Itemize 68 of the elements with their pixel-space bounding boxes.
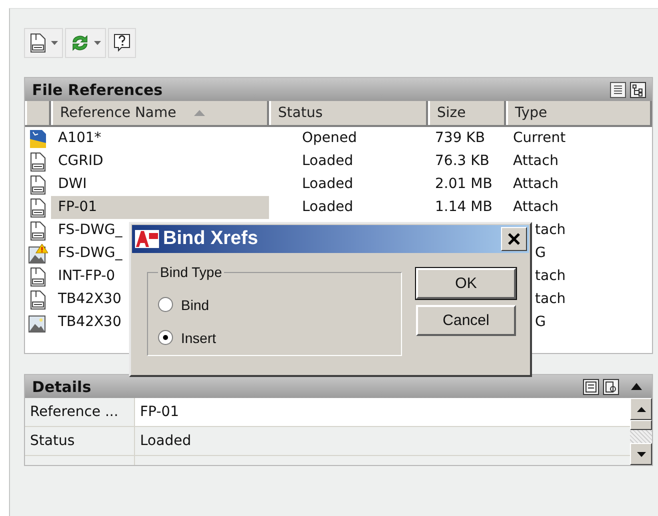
down-arrow-icon: [636, 452, 646, 456]
type-cell-text: G: [534, 313, 546, 332]
panel-icon[interactable]: [583, 378, 599, 394]
reference-name-cell[interactable]: A101*: [51, 127, 269, 150]
size-cell-text: 739 KB: [434, 129, 486, 148]
type-cell-text: tach: [534, 290, 566, 309]
status-cell-text: Opened: [301, 129, 358, 148]
file-icon: [29, 198, 47, 218]
cancel-button[interactable]: Cancel: [416, 305, 516, 336]
attach-button[interactable]: [24, 28, 63, 58]
status-cell-text: Loaded: [301, 175, 354, 194]
radio-option[interactable]: Bind: [158, 288, 401, 321]
file-icon: [29, 152, 47, 172]
caret-icon: [94, 41, 101, 45]
preview-icon[interactable]: [603, 378, 619, 394]
scroll-down-button[interactable]: [630, 443, 652, 465]
file-icon: [29, 174, 47, 194]
status-cell-text: Loaded: [301, 198, 354, 217]
reference-name-cell[interactable]: FP-01: [51, 196, 269, 219]
panel-title: File References: [32, 80, 163, 98]
tree-view-icon[interactable]: [630, 82, 646, 98]
help-icon: [113, 33, 131, 53]
app-icon: [135, 230, 159, 248]
column-header[interactable]: Size: [428, 101, 506, 125]
file-icon: [29, 33, 47, 53]
sort-ascending-icon: [194, 110, 206, 116]
reference-name-cell[interactable]: CGRID: [51, 150, 269, 173]
ok-button[interactable]: OK: [416, 268, 516, 299]
size-cell-text: 76.3 KB: [434, 152, 490, 171]
drawing-file-icon: [29, 128, 47, 148]
status-cell-text: Loaded: [301, 152, 354, 171]
file-icon: [29, 266, 47, 286]
image-warning-icon: [28, 244, 48, 264]
column-header[interactable]: Status: [269, 101, 428, 125]
scroll-thumb[interactable]: [630, 420, 652, 430]
refresh-icon: [70, 34, 90, 52]
refresh-button[interactable]: [65, 28, 106, 58]
collapse-icon[interactable]: [631, 383, 642, 390]
column-header[interactable]: Type: [506, 101, 652, 125]
scroll-track[interactable]: [630, 430, 652, 443]
size-cell-text: 2.01 MB: [434, 175, 494, 194]
radio-option[interactable]: Insert: [158, 321, 401, 354]
scroll-up-button[interactable]: [630, 398, 652, 420]
type-cell-text: G: [534, 244, 546, 263]
close-button[interactable]: [501, 227, 527, 251]
close-icon: [507, 232, 521, 246]
reference-name-cell[interactable]: DWI: [51, 173, 269, 196]
type-cell: Attach: [513, 199, 558, 215]
image-file-icon: [28, 312, 48, 332]
type-cell-text: tach: [534, 267, 566, 286]
dialog-title: Bind Xrefs: [163, 228, 260, 250]
up-arrow-icon: [636, 406, 646, 412]
panel-title: Details: [32, 378, 92, 396]
help-button[interactable]: [108, 28, 136, 58]
property-value: FP-01: [135, 398, 630, 426]
type-cell: Current: [513, 130, 566, 146]
group-label: Bind Type: [159, 264, 224, 280]
file-icon: [29, 290, 47, 310]
file-icon: [29, 220, 47, 240]
type-cell-text: tach: [534, 221, 566, 240]
property-label: Status: [25, 427, 135, 455]
type-cell: Attach: [513, 153, 558, 169]
size-cell-text: 1.14 MB: [434, 198, 494, 217]
list-view-icon[interactable]: [610, 82, 626, 98]
caret-icon: [51, 41, 58, 45]
type-cell: Attach: [513, 176, 558, 192]
column-header[interactable]: Reference Name: [51, 101, 269, 125]
property-value: Loaded: [139, 432, 192, 451]
